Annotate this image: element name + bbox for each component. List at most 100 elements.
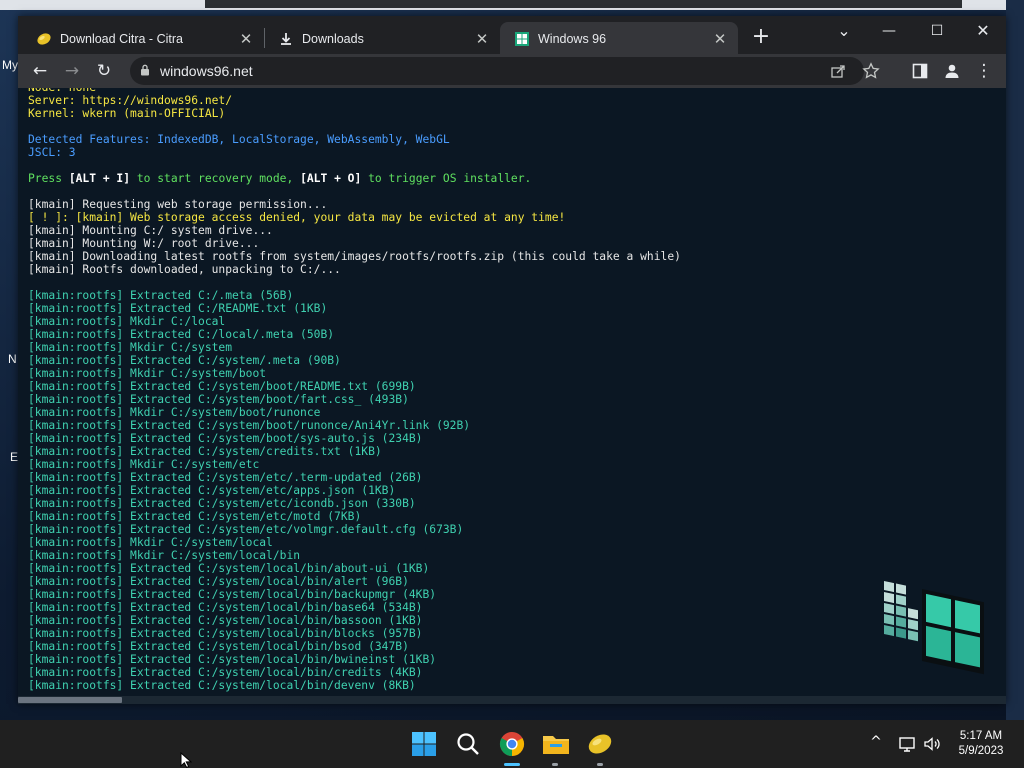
terminal-line: [ ! ]: [kmain] Web storage access denied… (28, 211, 566, 224)
terminal-line: [kmain:rootfs] Extracted C:/.meta (56B) (28, 289, 294, 302)
boot-terminal[interactable]: Node: noneServer: https://windows96.net/… (18, 88, 1006, 696)
search-icon[interactable] (452, 728, 484, 760)
tab-title: Windows 96 (538, 32, 607, 46)
tab-windows96[interactable]: Windows 96 ✕ (500, 22, 738, 56)
terminal-line: [kmain:rootfs] Extracted C:/system/boot/… (28, 393, 409, 406)
lock-icon[interactable] (140, 64, 150, 76)
terminal-line: [kmain:rootfs] Extracted C:/system/.meta… (28, 354, 341, 367)
system-clock[interactable]: 5:17 AM 5/9/2023 (950, 729, 1012, 759)
desktop-right-edge (1006, 0, 1024, 720)
tab-download-citra[interactable]: Download Citra - Citra ✕ (22, 22, 264, 56)
clock-time: 5:17 AM (959, 730, 1003, 742)
page-viewport: Node: noneServer: https://windows96.net/… (18, 88, 1006, 704)
horizontal-scrollbar[interactable] (18, 696, 1006, 704)
chrome-icon[interactable] (496, 728, 528, 760)
minimize-button[interactable]: — (866, 16, 912, 46)
terminal-line: [kmain:rootfs] Extracted C:/system/etc/m… (28, 510, 362, 523)
terminal-line: [kmain] Mounting W:/ root drive... (28, 237, 260, 250)
clock-date: 5/9/2023 (958, 745, 1004, 757)
terminal-line: [kmain:rootfs] Extracted C:/system/local… (28, 640, 409, 653)
citra-icon (37, 33, 51, 45)
desktop-label-my[interactable]: My (2, 58, 18, 72)
close-window-button[interactable]: ✕ (960, 16, 1006, 46)
profile-icon[interactable] (943, 62, 961, 80)
terminal-line: [kmain:rootfs] Extracted C:/system/local… (28, 679, 416, 692)
terminal-line: [kmain:rootfs] Extracted C:/system/etc/v… (28, 523, 464, 536)
browser-window: Download Citra - Citra ✕ Downloads ✕ Win… (18, 16, 1006, 704)
desktop-icon-labels: My N E (0, 0, 20, 720)
forward-button[interactable]: → (58, 57, 86, 85)
terminal-line: [kmain:rootfs] Extracted C:/system/credi… (28, 445, 382, 458)
desktop-label-n[interactable]: N (8, 352, 17, 366)
windows96-icon (515, 32, 529, 46)
back-button[interactable]: ← (26, 57, 54, 85)
terminal-line: [kmain] Downloading latest rootfs from s… (28, 250, 681, 263)
terminal-line: [kmain] Requesting web storage permissio… (28, 198, 328, 211)
terminal-line: Server: https://windows96.net/ (28, 94, 233, 107)
browser-toolbar: ← → ↻ windows96.net ⋮ (18, 54, 1006, 88)
terminal-line: [kmain:rootfs] Extracted C:/system/local… (28, 614, 423, 627)
terminal-line: [kmain:rootfs] Extracted C:/README.txt (… (28, 302, 328, 315)
terminal-line: Kernel: wkern (main-OFFICIAL) (28, 107, 226, 120)
terminal-line: [kmain:rootfs] Extracted C:/system/local… (28, 666, 423, 679)
terminal-line: [kmain:rootfs] Extracted C:/system/etc/a… (28, 484, 396, 497)
terminal-line: [kmain:rootfs] Mkdir C:/system/boot/runo… (28, 406, 321, 419)
terminal-line: [kmain:rootfs] Extracted C:/system/local… (28, 588, 437, 601)
tab-title: Download Citra - Citra (60, 32, 183, 46)
volume-icon[interactable] (922, 734, 942, 754)
terminal-line: JSCL: 3 (28, 146, 76, 159)
terminal-line: [kmain:rootfs] Extracted C:/system/etc/i… (28, 497, 416, 510)
terminal-line: [kmain:rootfs] Extracted C:/system/boot/… (28, 419, 471, 432)
reload-button[interactable]: ↻ (90, 57, 118, 85)
terminal-line: [kmain:rootfs] Extracted C:/system/boot/… (28, 432, 423, 445)
terminal-output: Node: noneServer: https://windows96.net/… (28, 88, 681, 692)
taskbar: ^ 5:17 AM 5/9/2023 (0, 720, 1024, 768)
terminal-line: Press [ALT + I] to start recovery mode, … (28, 172, 532, 185)
download-icon (281, 33, 291, 45)
bookmark-star-icon[interactable] (862, 62, 880, 80)
tab-downloads[interactable]: Downloads ✕ (264, 22, 500, 56)
terminal-line: [kmain:rootfs] Extracted C:/system/boot/… (28, 380, 416, 393)
desktop-top-bar (0, 0, 1024, 10)
file-explorer-icon[interactable] (540, 728, 572, 760)
terminal-line: [kmain:rootfs] Mkdir C:/system/local/bin (28, 549, 301, 562)
terminal-line: Detected Features: IndexedDB, LocalStora… (28, 133, 450, 146)
share-icon[interactable] (830, 63, 846, 79)
mouse-cursor-icon (180, 752, 192, 768)
terminal-line: [kmain] Mounting C:/ system drive... (28, 224, 273, 237)
terminal-line: [kmain:rootfs] Extracted C:/system/local… (28, 653, 437, 666)
show-hidden-icons-chevron[interactable]: ^ (866, 734, 886, 754)
top-window-edge (205, 0, 962, 8)
new-tab-button[interactable]: + (748, 24, 774, 50)
terminal-line: [kmain:rootfs] Mkdir C:/local (28, 315, 226, 328)
citra-icon[interactable] (584, 728, 616, 760)
terminal-line: [kmain:rootfs] Mkdir C:/system/etc (28, 458, 260, 471)
menu-button[interactable]: ⋮ (970, 57, 998, 85)
terminal-line: [kmain:rootfs] Extracted C:/system/local… (28, 575, 409, 588)
address-bar[interactable]: windows96.net (130, 57, 880, 85)
close-tab-icon[interactable]: ✕ (710, 30, 730, 48)
tab-title: Downloads (302, 32, 364, 46)
citra-open-indicator (597, 763, 603, 766)
close-tab-icon[interactable]: ✕ (472, 30, 492, 48)
start-icon[interactable] (408, 728, 440, 760)
network-icon[interactable] (898, 734, 918, 754)
terminal-line: [kmain:rootfs] Mkdir C:/system/local (28, 536, 273, 549)
terminal-line: [kmain:rootfs] Extracted C:/system/local… (28, 562, 430, 575)
terminal-line: [kmain:rootfs] Mkdir C:/system (28, 341, 233, 354)
desktop-label-e[interactable]: E (10, 450, 18, 464)
windows96-logo-icon (884, 580, 984, 675)
chrome-active-indicator (504, 763, 520, 766)
terminal-line: [kmain:rootfs] Mkdir C:/system/boot (28, 367, 267, 380)
tab-strip: Download Citra - Citra ✕ Downloads ✕ Win… (18, 16, 1006, 56)
terminal-line: [kmain] Rootfs downloaded, unpacking to … (28, 263, 341, 276)
side-panel-icon[interactable] (912, 63, 928, 79)
tab-search-button[interactable]: ⌄ (821, 16, 867, 46)
maximize-button[interactable]: ☐ (914, 16, 960, 46)
address-text: windows96.net (160, 63, 253, 79)
scrollbar-thumb[interactable] (18, 697, 122, 703)
terminal-line: [kmain:rootfs] Extracted C:/system/local… (28, 627, 423, 640)
terminal-line: [kmain:rootfs] Extracted C:/system/etc/.… (28, 471, 423, 484)
close-tab-icon[interactable]: ✕ (236, 30, 256, 48)
